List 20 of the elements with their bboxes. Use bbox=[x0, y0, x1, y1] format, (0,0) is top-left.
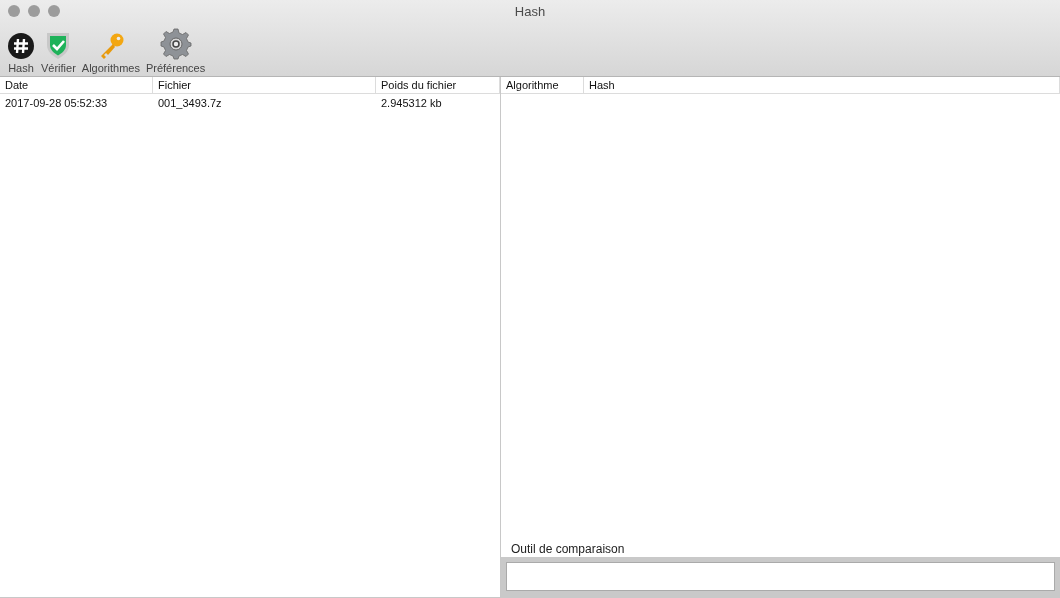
toolbar-button[interactable]: Vérifier bbox=[38, 22, 79, 74]
zoom-button[interactable] bbox=[48, 5, 60, 17]
toolbar-button[interactable]: Algorithmes bbox=[78, 22, 143, 74]
column-header[interactable]: Poids du fichier bbox=[376, 77, 500, 93]
column-header[interactable]: Hash bbox=[584, 77, 1060, 93]
settings-icon bbox=[159, 28, 192, 60]
table-cell-text: 2.945312 kb bbox=[380, 97, 443, 109]
column-header[interactable]: Fichier bbox=[153, 77, 376, 93]
window-title: Hash bbox=[514, 3, 546, 19]
minimize-button[interactable] bbox=[28, 5, 40, 17]
column-header[interactable]: Date bbox=[0, 77, 153, 93]
table-cell-text: 2017-09-28 05:52:33 bbox=[4, 97, 109, 109]
toolbar-button[interactable]: Préférences bbox=[142, 22, 209, 74]
column-header[interactable]: Algorithme bbox=[501, 77, 584, 93]
close-button[interactable] bbox=[8, 5, 20, 17]
compare-label: Outil de comparaison bbox=[510, 542, 626, 557]
table-cell-text: 001_3493.7z bbox=[157, 97, 223, 109]
toolbar-button[interactable]: Hash bbox=[4, 22, 38, 74]
compare-field[interactable] bbox=[506, 562, 1055, 591]
hash-icon bbox=[7, 32, 35, 60]
